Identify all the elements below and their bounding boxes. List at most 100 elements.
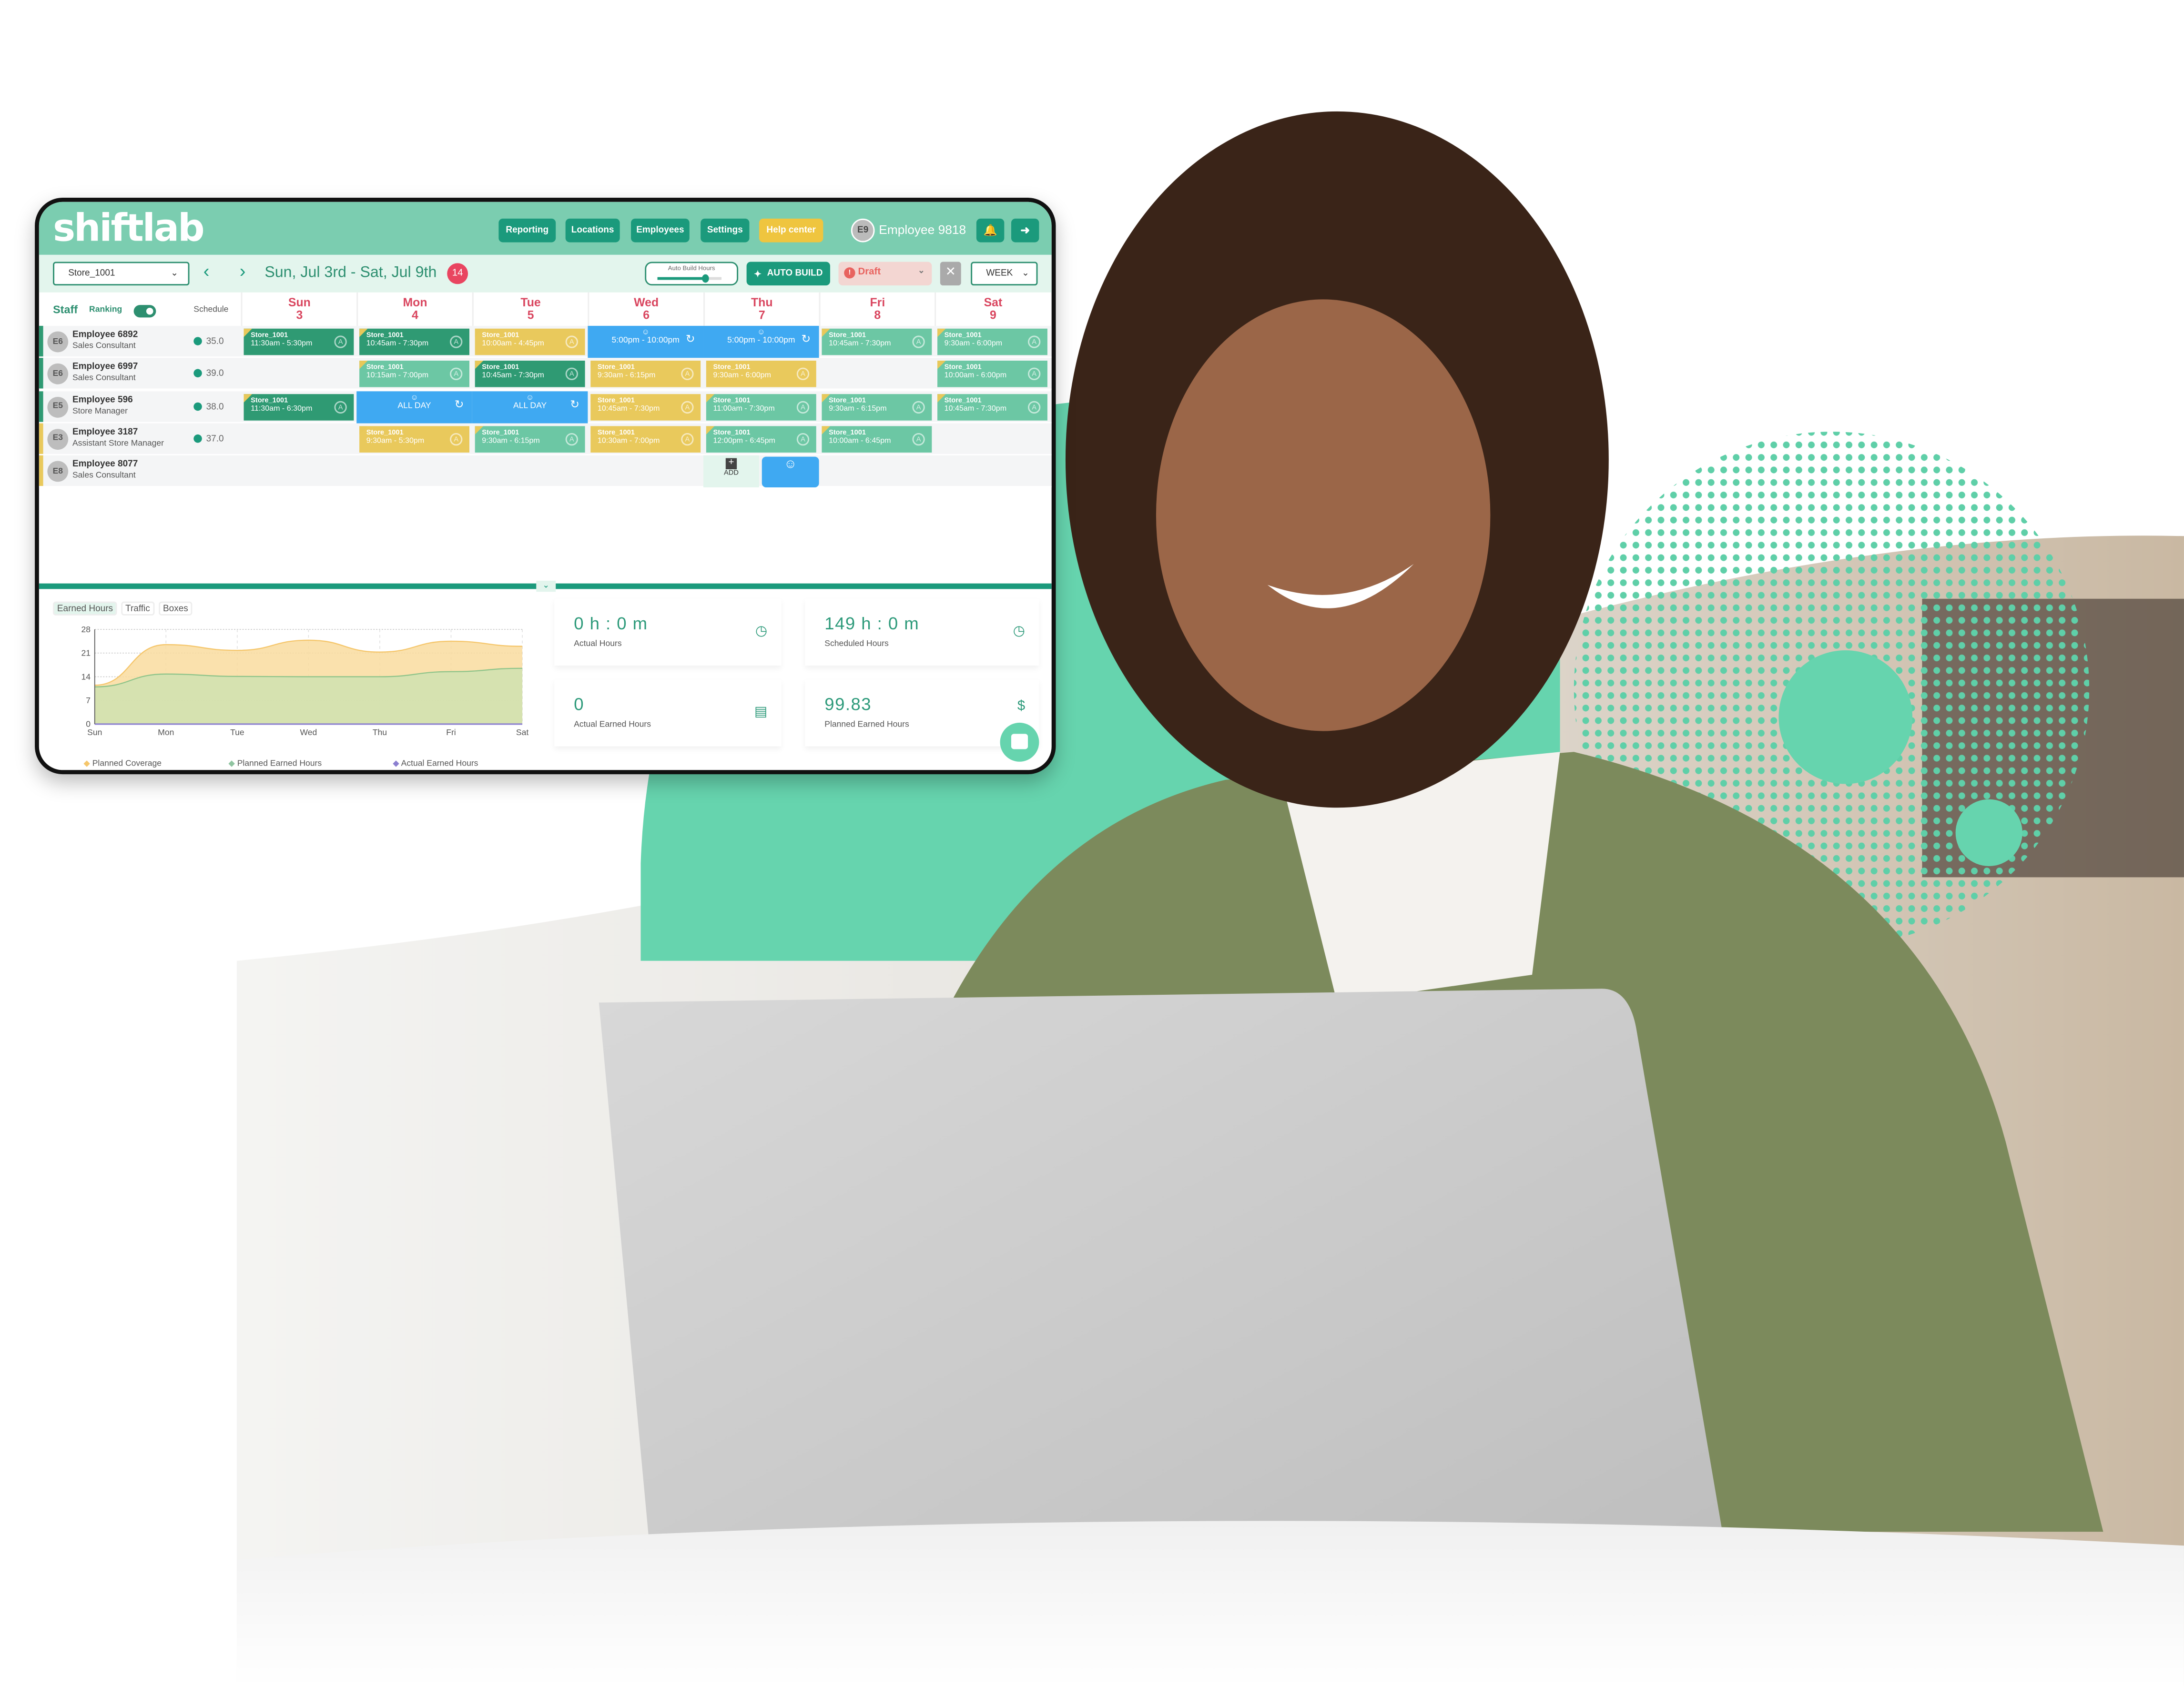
shift-card[interactable]: Store_1001 9:30am - 6:00pm A — [706, 361, 816, 388]
refresh-icon[interactable]: ↻ — [455, 398, 464, 410]
shift-card[interactable]: ☺ 5:00pm - 10:00pm ↻ — [588, 325, 704, 358]
tab-traffic[interactable]: Traffic — [121, 601, 154, 616]
shift-card[interactable]: Store_1001 10:00am - 4:45pm A — [475, 328, 585, 355]
shift-card[interactable]: Store_1001 10:45am - 7:30pm A — [475, 361, 585, 388]
y-tick-label: 7 — [86, 696, 91, 705]
shift-card[interactable]: Store_1001 10:15am - 7:00pm A — [359, 361, 469, 388]
tab-earned-hours[interactable]: Earned Hours — [53, 601, 117, 616]
app-window: shiftlab Reporting Locations Employees S… — [35, 198, 1056, 775]
shift-card[interactable]: Store_1001 11:30am - 6:30pm A — [244, 393, 354, 420]
employee-row: E6 Employee 6892 Sales Consultant 35.0 Store… — [39, 325, 1052, 358]
refresh-icon[interactable]: ↻ — [570, 398, 579, 410]
shift-card[interactable]: Store_1001 10:45am - 7:30pm A — [822, 328, 932, 355]
clock-icon — [193, 337, 202, 345]
collapse-chevron-icon[interactable]: ⌄ — [536, 580, 556, 592]
auto-build-hours-slider[interactable]: Auto Build Hours — [645, 262, 739, 286]
auto-assigned-icon: A — [565, 368, 578, 381]
shift-time: 9:30am - 6:00pm — [713, 372, 771, 381]
shift-card[interactable]: Store_1001 10:00am - 6:45pm A — [822, 426, 932, 453]
legend-planned-earned-hours[interactable]: ◆ Planned Earned Hours — [228, 759, 322, 769]
ranking-toggle[interactable] — [133, 305, 156, 318]
refresh-icon[interactable]: ↻ — [686, 333, 695, 345]
auto-build-button[interactable]: ✦ AUTO BUILD — [746, 262, 830, 286]
chat-icon — [1011, 734, 1028, 749]
shift-card[interactable]: ☺ ALL DAY ↻ — [472, 391, 588, 423]
next-week-button[interactable]: › — [240, 261, 246, 282]
nav-help-center[interactable]: Help center — [759, 218, 823, 242]
nav-locations[interactable]: Locations — [565, 218, 620, 242]
shift-card[interactable]: Store_1001 12:00pm - 6:45pm A — [706, 426, 816, 453]
auto-assigned-icon: A — [681, 400, 694, 413]
flag-corner — [937, 361, 946, 370]
day-name: Fri — [870, 295, 885, 309]
shift-time: 10:00am - 4:45pm — [482, 340, 544, 348]
shift-card[interactable]: Store_1001 9:30am - 5:30pm A — [359, 426, 469, 453]
prev-week-button[interactable]: ‹ — [203, 261, 210, 282]
nav-employees[interactable]: Employees — [631, 218, 690, 242]
auto-assigned-icon: A — [334, 335, 347, 348]
shift-card[interactable]: Store_1001 10:30am - 7:00pm A — [590, 426, 701, 453]
day-number: 8 — [874, 307, 881, 322]
employee-name[interactable]: Employee 596 — [72, 395, 133, 404]
shift-card[interactable]: Store_1001 9:30am - 6:15pm A — [590, 361, 701, 388]
auto-assigned-icon: A — [565, 335, 578, 348]
day-header-fri: Fri 8 — [819, 292, 935, 326]
shift-card[interactable]: Store_1001 11:30am - 5:30pm A — [244, 328, 354, 355]
day-name: Mon — [403, 295, 427, 309]
shift-card[interactable]: Store_1001 9:30am - 6:00pm A — [937, 328, 1047, 355]
user-name[interactable]: Employee 9818 — [879, 223, 966, 237]
shift-card[interactable]: Store_1001 10:00am - 6:00pm A — [937, 361, 1047, 388]
logout-icon[interactable]: ➜ — [1011, 218, 1039, 242]
nav-reporting[interactable]: Reporting — [498, 218, 556, 242]
shift-card[interactable]: Store_1001 11:00am - 7:30pm A — [706, 393, 816, 420]
stat-value: 99.83 — [824, 695, 872, 715]
day-number: 9 — [990, 307, 996, 322]
add-shift-button[interactable]: + ADD — [703, 455, 759, 488]
auto-assigned-icon: A — [1028, 335, 1041, 348]
bell-icon[interactable]: 🔔 — [976, 218, 1005, 242]
status-select[interactable]: ! Draft ⌄ — [838, 262, 932, 286]
scheduled-hours: 39.0 — [193, 369, 224, 379]
shift-card[interactable]: Store_1001 10:45am - 7:30pm A — [359, 328, 469, 355]
refresh-icon[interactable]: ↻ — [801, 333, 811, 345]
stat-value: 0 h : 0 m — [574, 614, 648, 634]
day-name: Sat — [984, 295, 1003, 309]
chart-panel: Earned Hours Traffic Boxes 0 7 14 21 28 Sun Mo… — [39, 592, 540, 770]
shift-card[interactable]: Store_1001 10:45am - 7:30pm A — [937, 393, 1047, 420]
shift-card[interactable]: Store_1001 9:30am - 6:15pm A — [822, 393, 932, 420]
employee-role: Store Manager — [72, 407, 128, 416]
legend-actual-earned-hours[interactable]: ◆ Actual Earned Hours — [393, 759, 478, 769]
legend-planned-coverage[interactable]: ◆ Planned Coverage — [83, 759, 162, 769]
avatar: E6 — [47, 331, 69, 353]
shift-card[interactable]: ☺ 5:00pm - 10:00pm ↻ — [703, 325, 819, 358]
employee-row: E5 Employee 596 Store Manager 38.0 Store_100… — [39, 391, 1052, 423]
x-tick-label: Sat — [516, 727, 528, 737]
shift-card[interactable]: ☺ ALL DAY ↻ — [356, 391, 472, 423]
shift-card[interactable]: Store_1001 10:45am - 7:30pm A — [590, 393, 701, 420]
employee-name[interactable]: Employee 6892 — [72, 330, 138, 340]
auto-assigned-icon: A — [1028, 368, 1041, 381]
shift-card[interactable]: Store_1001 9:30am - 6:15pm A — [475, 426, 585, 453]
clock-icon — [193, 369, 202, 378]
slider-handle[interactable] — [702, 274, 709, 283]
day-number: 4 — [412, 307, 418, 322]
hand-dollar-icon: $ — [1017, 699, 1026, 715]
shift-time: 10:45am - 7:30pm — [829, 340, 891, 348]
employee-name[interactable]: Employee 3187 — [72, 427, 138, 437]
employee-name[interactable]: Employee 8077 — [72, 460, 138, 469]
time-off-button[interactable]: ☺ — [762, 457, 819, 488]
auto-assigned-icon: A — [796, 400, 810, 413]
store-select[interactable]: Store_1001 ⌄ — [53, 262, 190, 286]
tab-boxes[interactable]: Boxes — [159, 601, 193, 616]
nav-settings[interactable]: Settings — [701, 218, 750, 242]
stat-label: Scheduled Hours — [824, 640, 889, 649]
view-select[interactable]: WEEK ⌄ — [971, 262, 1038, 286]
magic-wand-icon: ✦ — [754, 269, 762, 280]
chat-button[interactable] — [1000, 722, 1039, 762]
employee-role: Assistant Store Manager — [72, 440, 164, 448]
day-header-tue: Tue 5 — [472, 292, 588, 326]
tools-icon[interactable]: ✕ — [940, 262, 961, 286]
flag-corner — [706, 393, 715, 402]
user-avatar[interactable]: E9 — [851, 218, 875, 242]
employee-name[interactable]: Employee 6997 — [72, 363, 138, 372]
